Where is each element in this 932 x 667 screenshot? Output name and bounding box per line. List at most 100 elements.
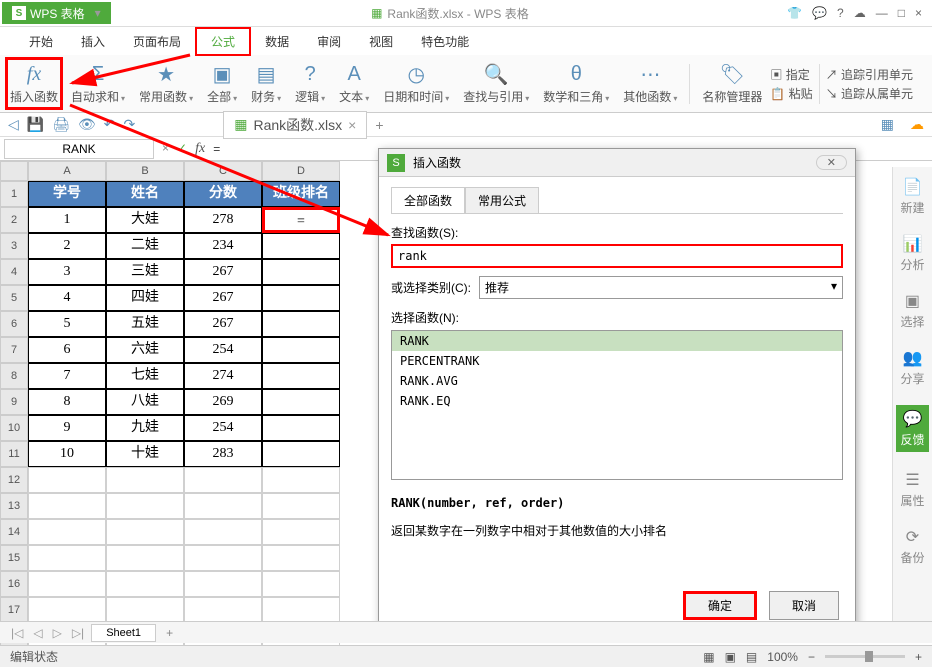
cell[interactable] — [106, 493, 184, 519]
lookup-button[interactable]: 🔍查找与引用▾ — [457, 59, 535, 108]
autosum-button[interactable]: Σ自动求和▾ — [65, 59, 131, 108]
cell[interactable]: 4 — [28, 285, 106, 311]
print-icon[interactable]: 🖨 — [52, 116, 70, 133]
cell[interactable] — [262, 441, 340, 467]
paste-button[interactable]: 📋 粘贴 — [770, 85, 812, 102]
menu-features[interactable]: 特色功能 — [407, 29, 483, 54]
spreadsheet[interactable]: A B C D 1 学号 姓名 分数 班级排名 21大娃278= 32二娃234… — [0, 161, 340, 591]
finance-button[interactable]: ▤财务▾ — [245, 59, 287, 108]
cancel-button[interactable]: 取消 — [769, 591, 839, 620]
cell[interactable] — [106, 545, 184, 571]
sidebar-select[interactable]: ▣选择 — [900, 291, 924, 330]
cell[interactable] — [28, 545, 106, 571]
cell[interactable] — [28, 519, 106, 545]
redo-icon[interactable]: ↷ — [124, 116, 136, 133]
cell[interactable]: 8 — [28, 389, 106, 415]
list-item[interactable]: RANK.EQ — [392, 391, 842, 411]
cell[interactable] — [184, 519, 262, 545]
insert-function-button[interactable]: fx 插入函数 — [5, 57, 63, 110]
cell[interactable]: 学号 — [28, 181, 106, 207]
sidebar-share[interactable]: 👥分享 — [900, 348, 924, 387]
back-icon[interactable]: ◁ — [8, 116, 19, 133]
row-header[interactable]: 12 — [0, 467, 28, 493]
dialog-titlebar[interactable]: S 插入函数 ✕ — [379, 149, 855, 177]
row-header[interactable]: 3 — [0, 233, 28, 259]
function-list[interactable]: RANK PERCENTRANK RANK.AVG RANK.EQ — [391, 330, 843, 480]
prev-sheet-icon[interactable]: ◁ — [30, 626, 45, 640]
cell[interactable]: 1 — [28, 207, 106, 233]
cell[interactable] — [106, 571, 184, 597]
trace-dependents-button[interactable]: ↘ 追踪从属单元 — [826, 85, 913, 102]
name-box[interactable]: RANK — [4, 139, 154, 159]
accept-formula-icon[interactable]: ✓ — [177, 141, 187, 157]
cell[interactable] — [262, 363, 340, 389]
cell[interactable]: 十娃 — [106, 441, 184, 467]
menu-review[interactable]: 审阅 — [303, 29, 355, 54]
undo-icon[interactable]: ↶ — [104, 116, 116, 133]
cell[interactable] — [262, 467, 340, 493]
col-header-a[interactable]: A — [28, 161, 106, 181]
assign-button[interactable]: ▣ 指定 — [770, 66, 812, 83]
last-sheet-icon[interactable]: ▷| — [69, 626, 87, 640]
chat-icon[interactable]: 💬 — [812, 6, 827, 20]
cell[interactable] — [184, 493, 262, 519]
cell[interactable] — [262, 415, 340, 441]
menu-view[interactable]: 视图 — [355, 29, 407, 54]
cell[interactable]: 254 — [184, 337, 262, 363]
cell[interactable]: 九娃 — [106, 415, 184, 441]
row-header[interactable]: 9 — [0, 389, 28, 415]
cell[interactable] — [28, 493, 106, 519]
cell[interactable]: 四娃 — [106, 285, 184, 311]
cloud-sync-icon[interactable]: ☁ — [910, 116, 924, 133]
sheet-tab[interactable]: Sheet1 — [91, 624, 156, 642]
zoom-level[interactable]: 100% — [767, 650, 798, 664]
cell[interactable]: 7 — [28, 363, 106, 389]
add-sheet-icon[interactable]: + — [160, 626, 179, 640]
close-icon[interactable]: × — [915, 6, 922, 20]
cell[interactable]: 姓名 — [106, 181, 184, 207]
tab-close-icon[interactable]: × — [348, 117, 356, 133]
ok-button[interactable]: 确定 — [683, 591, 757, 620]
cell[interactable] — [262, 233, 340, 259]
zoom-slider[interactable] — [825, 655, 905, 658]
cell[interactable] — [262, 337, 340, 363]
cell[interactable]: 278 — [184, 207, 262, 233]
text-button[interactable]: A文本▾ — [333, 59, 375, 108]
tab-add-icon[interactable]: + — [375, 117, 383, 133]
doc-icon-small[interactable]: ▦ — [881, 116, 894, 133]
list-item[interactable]: RANK — [392, 331, 842, 351]
first-sheet-icon[interactable]: |◁ — [8, 626, 26, 640]
row-header[interactable]: 8 — [0, 363, 28, 389]
cloud-icon[interactable]: ☁ — [854, 6, 866, 20]
row-header[interactable]: 17 — [0, 597, 28, 623]
app-menu-button[interactable]: S WPS 表格 ▾ — [2, 2, 111, 24]
other-fn-button[interactable]: ⋯其他函数▾ — [617, 59, 683, 108]
cell[interactable] — [262, 519, 340, 545]
list-item[interactable]: PERCENTRANK — [392, 351, 842, 371]
cell[interactable] — [262, 285, 340, 311]
cell[interactable]: 10 — [28, 441, 106, 467]
cell[interactable] — [106, 519, 184, 545]
dialog-close-button[interactable]: ✕ — [816, 155, 847, 170]
cell[interactable]: 分数 — [184, 181, 262, 207]
sidebar-feedback[interactable]: 💬反馈 — [896, 405, 928, 452]
cell[interactable] — [184, 597, 262, 623]
view-break-icon[interactable]: ▤ — [746, 650, 757, 664]
row-header[interactable]: 7 — [0, 337, 28, 363]
cell[interactable] — [262, 389, 340, 415]
list-item[interactable]: RANK.AVG — [392, 371, 842, 391]
document-tab[interactable]: ▦ Rank函数.xlsx × — [223, 111, 367, 139]
help-icon[interactable]: ? — [837, 6, 844, 20]
formula-bar[interactable]: = — [213, 142, 220, 156]
cell[interactable] — [184, 545, 262, 571]
cell[interactable]: 3 — [28, 259, 106, 285]
row-header[interactable]: 15 — [0, 545, 28, 571]
row-header[interactable]: 13 — [0, 493, 28, 519]
cell[interactable]: 五娃 — [106, 311, 184, 337]
row-header[interactable]: 10 — [0, 415, 28, 441]
row-header[interactable]: 14 — [0, 519, 28, 545]
cell[interactable]: 班级排名 — [262, 181, 340, 207]
menu-data[interactable]: 数据 — [251, 29, 303, 54]
row-header[interactable]: 4 — [0, 259, 28, 285]
row-header[interactable]: 16 — [0, 571, 28, 597]
